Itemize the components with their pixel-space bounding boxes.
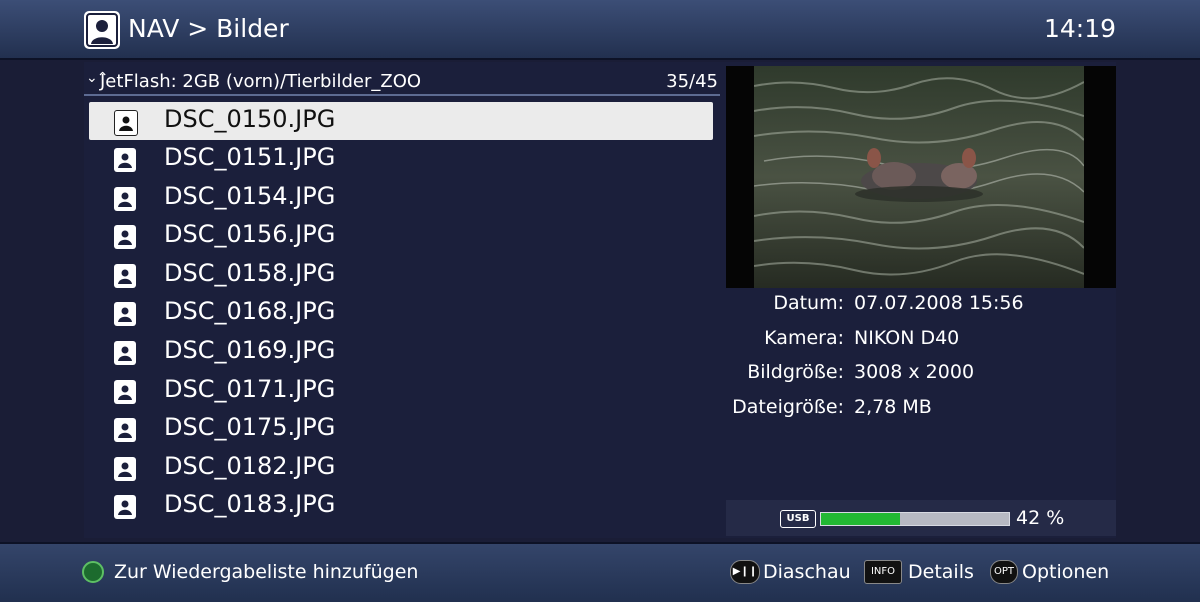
- info-row-image-size: Bildgröße: 3008 x 2000: [726, 357, 1116, 392]
- picture-file-icon: [114, 418, 136, 443]
- image-preview: [726, 66, 1116, 288]
- file-name: DSC_0175.JPG: [164, 413, 336, 442]
- info-row-file-size: Dateigröße: 2,78 MB: [726, 392, 1116, 427]
- main-panel: ⌄⌃ JetFlash: 2GB (vorn)/Tierbilder_ZOO 3…: [84, 62, 1116, 538]
- picture-file-icon: [114, 263, 136, 288]
- picture-file-icon: [114, 110, 138, 136]
- file-name: DSC_0168.JPG: [164, 297, 336, 326]
- list-item[interactable]: DSC_0182.JPG: [84, 449, 714, 488]
- list-item[interactable]: DSC_0168.JPG: [84, 294, 714, 333]
- list-item[interactable]: DSC_0175.JPG: [84, 410, 714, 449]
- info-value: 3008 x 2000: [854, 361, 975, 383]
- path-bar: ⌄⌃ JetFlash: 2GB (vorn)/Tierbilder_ZOO 3…: [84, 66, 720, 96]
- file-name: DSC_0183.JPG: [164, 490, 336, 519]
- file-name: DSC_0182.JPG: [164, 451, 336, 480]
- picture-app-icon: [84, 11, 120, 49]
- storage-progress-bar: [820, 512, 1010, 526]
- list-item[interactable]: DSC_0158.JPG: [84, 256, 714, 295]
- picture-file-icon: [114, 340, 136, 365]
- play-pause-icon[interactable]: ▶❙❙: [730, 560, 760, 584]
- picture-file-icon: [114, 302, 136, 327]
- picture-file-icon: [114, 379, 136, 404]
- folder-path: JetFlash: 2GB (vorn)/Tierbilder_ZOO: [100, 71, 422, 92]
- footer-bar: Zur Wiedergabeliste hinzufügen ▶❙❙ Diasc…: [0, 542, 1200, 602]
- image-info: Datum: 07.07.2008 15:56 Kamera: NIKON D4…: [726, 288, 1116, 426]
- info-row-camera: Kamera: NIKON D40: [726, 323, 1116, 358]
- info-label: Dateigröße:: [732, 395, 844, 418]
- hippo-photo: [754, 66, 1084, 288]
- file-name: DSC_0150.JPG: [164, 105, 336, 133]
- picture-file-icon: [114, 456, 136, 481]
- file-name: DSC_0169.JPG: [164, 335, 336, 364]
- list-item[interactable]: DSC_0154.JPG: [84, 179, 714, 218]
- clock: 14:19: [1043, 14, 1116, 43]
- storage-percent: 42 %: [1016, 507, 1065, 529]
- info-label: Bildgröße:: [747, 361, 844, 383]
- file-name: DSC_0156.JPG: [164, 220, 336, 249]
- add-to-playlist-label[interactable]: Zur Wiedergabeliste hinzufügen: [114, 561, 418, 583]
- list-item[interactable]: DSC_0150.JPG: [89, 102, 713, 140]
- info-label: Datum:: [773, 292, 844, 314]
- picture-file-icon: [114, 225, 136, 250]
- list-item[interactable]: DSC_0151.JPG: [84, 140, 714, 179]
- storage-progress-fill: [821, 513, 900, 525]
- info-value: NIKON D40: [854, 326, 960, 349]
- file-name: DSC_0151.JPG: [164, 143, 336, 171]
- usb-icon: USB: [780, 510, 816, 528]
- file-name: DSC_0154.JPG: [164, 181, 336, 210]
- green-button-icon[interactable]: [82, 561, 104, 583]
- info-value: 07.07.2008 15:56: [854, 292, 1024, 314]
- options-label[interactable]: Optionen: [1022, 561, 1109, 583]
- details-label[interactable]: Details: [908, 561, 974, 583]
- slideshow-label[interactable]: Diaschau: [763, 561, 851, 583]
- info-row-date: Datum: 07.07.2008 15:56: [726, 288, 1116, 323]
- file-list: DSC_0150.JPG DSC_0151.JPG DSC_0154.JPG D…: [84, 102, 720, 526]
- page-title: NAV > Bilder: [128, 14, 289, 43]
- list-item[interactable]: DSC_0183.JPG: [84, 487, 714, 526]
- file-counter: 35/45: [666, 71, 718, 92]
- storage-status: USB 42 %: [726, 500, 1116, 536]
- picture-file-icon: [114, 186, 136, 211]
- header-bar: NAV > Bilder 14:19: [0, 0, 1200, 60]
- list-item[interactable]: DSC_0171.JPG: [84, 372, 714, 411]
- list-item[interactable]: DSC_0169.JPG: [84, 333, 714, 372]
- picture-file-icon: [114, 495, 136, 520]
- info-label: Kamera:: [764, 326, 844, 349]
- file-name: DSC_0171.JPG: [164, 374, 336, 403]
- info-key-icon[interactable]: INFO: [864, 560, 902, 584]
- file-name: DSC_0158.JPG: [164, 258, 336, 287]
- info-value: 2,78 MB: [854, 395, 932, 418]
- picture-file-icon: [114, 148, 136, 172]
- opt-key-icon[interactable]: OPT: [990, 560, 1018, 584]
- list-item[interactable]: DSC_0156.JPG: [84, 217, 714, 256]
